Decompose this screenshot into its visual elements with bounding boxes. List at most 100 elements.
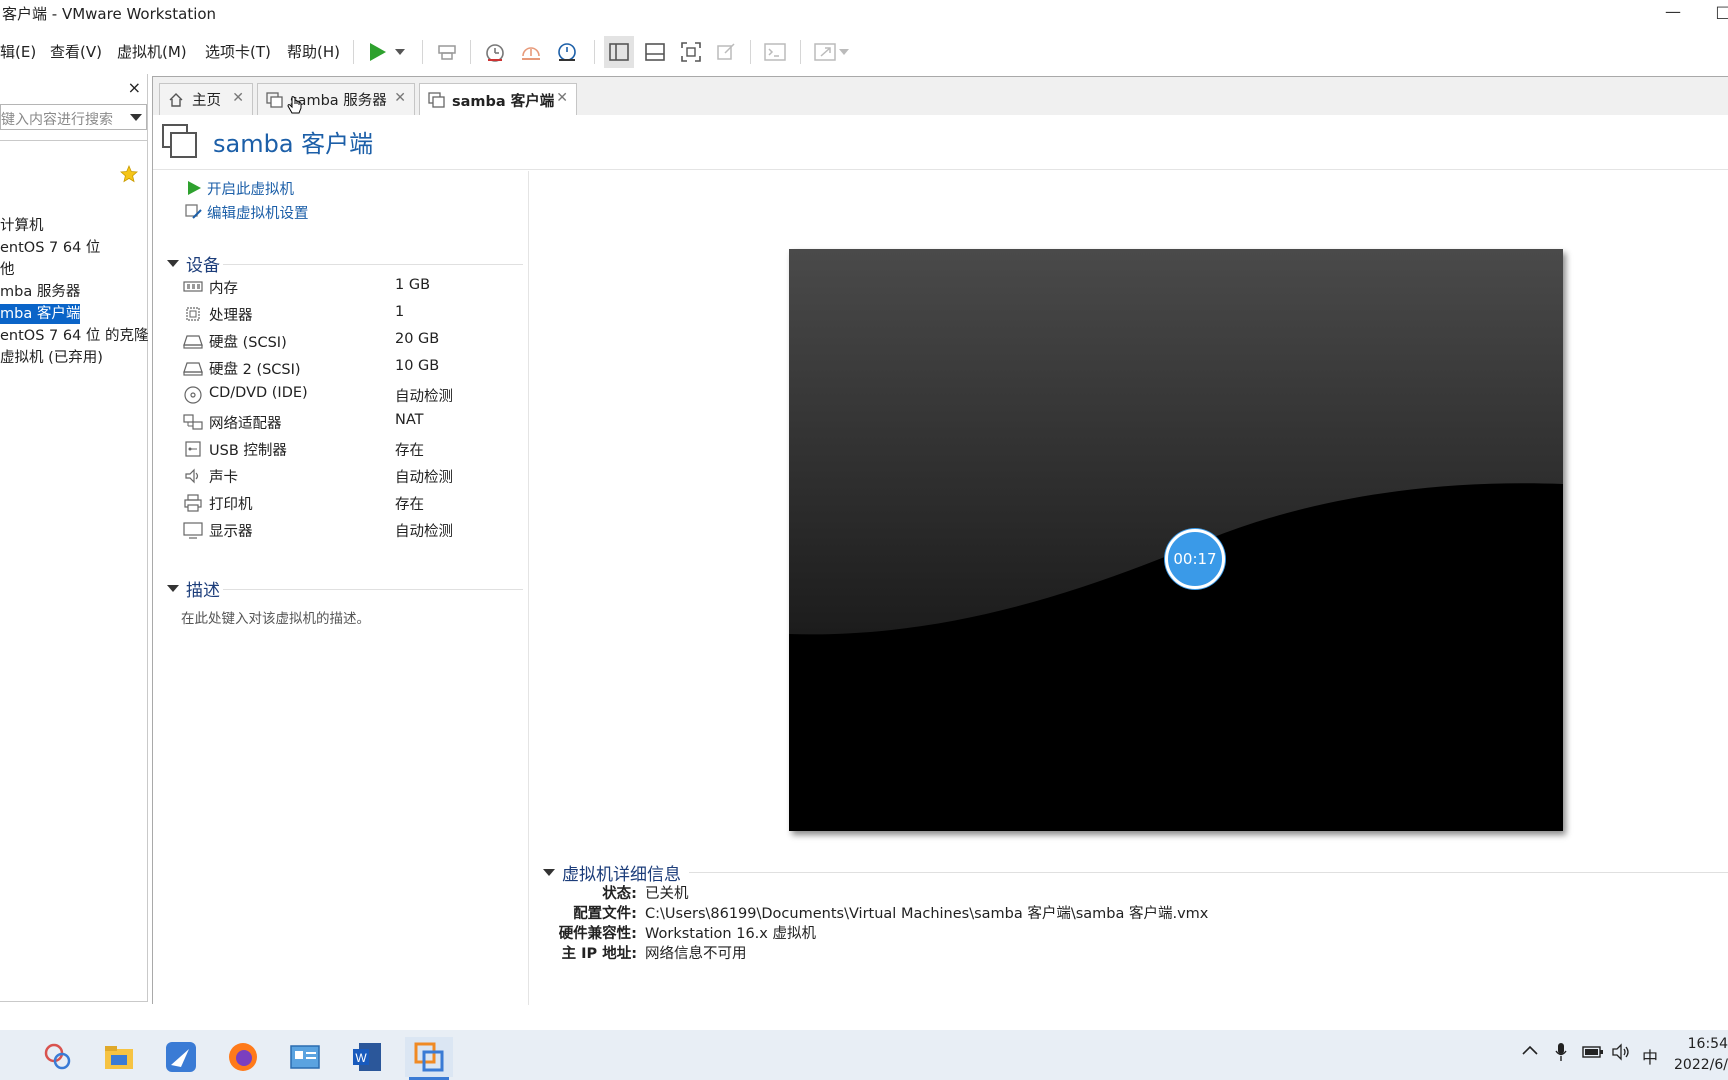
- send-ctrl-alt-del-button[interactable]: [432, 36, 462, 68]
- device-row-cpu[interactable]: 处理器 1: [183, 302, 523, 326]
- network-icon: [183, 414, 203, 430]
- maximize-button[interactable]: □: [1700, 0, 1728, 28]
- menu-tabs[interactable]: 选项卡(T): [205, 41, 271, 62]
- toolbar-separator: [594, 40, 595, 64]
- description-heading: 描述: [186, 581, 220, 601]
- tab-label: 主页: [192, 93, 221, 109]
- feishu-icon[interactable]: [157, 1037, 205, 1077]
- device-row-printer[interactable]: 打印机 存在: [183, 491, 523, 515]
- device-row-hard-disk[interactable]: 硬盘 (SCSI) 20 GB: [183, 329, 523, 353]
- detail-value[interactable]: C:\Users\86199\Documents\Virtual Machine…: [645, 902, 1208, 923]
- tab-home[interactable]: 主页 ✕: [159, 83, 253, 115]
- home-icon: [168, 92, 186, 108]
- disk-icon: [183, 362, 203, 376]
- tree-item-other[interactable]: 他: [0, 260, 15, 280]
- collapse-arrow-icon: [543, 869, 555, 876]
- minimize-button[interactable]: —: [1650, 0, 1696, 28]
- edit-settings-label: 编辑虚拟机设置: [207, 205, 309, 222]
- firefox-icon[interactable]: [219, 1037, 267, 1077]
- toolbar-separator: [353, 40, 354, 64]
- device-row-sound[interactable]: 声卡 自动检测: [183, 464, 523, 488]
- close-icon[interactable]: ✕: [394, 90, 406, 106]
- device-row-memory[interactable]: 内存 1 GB: [183, 275, 523, 299]
- microphone-icon[interactable]: [1554, 1042, 1568, 1066]
- snipping-app-icon[interactable]: [34, 1037, 82, 1077]
- control-panel-icon[interactable]: [281, 1037, 329, 1077]
- detail-label: 配置文件:: [573, 906, 637, 922]
- device-name: 显示器: [209, 524, 253, 540]
- power-on-toolbar-button[interactable]: [362, 36, 392, 68]
- tree-item-samba-client[interactable]: mba 客户端: [0, 304, 81, 324]
- vm-screen-preview[interactable]: 00:17: [789, 249, 1563, 831]
- device-row-usb[interactable]: USB 控制器 存在: [183, 437, 523, 461]
- menu-help[interactable]: 帮助(H): [287, 41, 340, 62]
- close-icon[interactable]: ✕: [232, 90, 244, 106]
- snapshot-manager-icon: [558, 43, 576, 61]
- detail-value: 网络信息不可用: [645, 946, 747, 962]
- search-placeholder: 键入内容进行搜索: [1, 112, 113, 128]
- menu-view[interactable]: 查看(V): [50, 41, 102, 62]
- vm-title: samba 客户端: [213, 130, 374, 158]
- description-section-toggle[interactable]: 描述: [167, 576, 220, 601]
- taskbar-clock[interactable]: 16:54 2022/6/: [1674, 1034, 1728, 1076]
- device-name: 硬盘 2 (SCSI): [209, 362, 301, 378]
- menu-vm[interactable]: 虚拟机(M): [117, 41, 187, 62]
- menu-edit[interactable]: 辑(E): [0, 41, 36, 62]
- close-library-button[interactable]: ×: [128, 78, 141, 97]
- unity-button[interactable]: [711, 36, 741, 68]
- section-divider: [689, 872, 1728, 873]
- revert-snapshot-button[interactable]: [516, 36, 546, 68]
- menu-toolbar: 辑(E) 查看(V) 虚拟机(M) 选项卡(T) 帮助(H): [0, 32, 1728, 72]
- volume-icon[interactable]: [1611, 1043, 1631, 1065]
- tree-item-centos-clone[interactable]: entOS 7 64 位 的克隆: [0, 326, 149, 346]
- device-row-cd-dvd[interactable]: CD/DVD (IDE) 自动检测: [183, 383, 523, 407]
- vm-info-column: 开启此虚拟机 编辑虚拟机设置 设备 内存 1 GB 处理器 1 硬盘 (SCSI…: [153, 171, 529, 1005]
- library-search-input[interactable]: 键入内容进行搜索: [0, 104, 147, 130]
- tab-samba-server[interactable]: samba 服务器 ✕: [257, 83, 415, 115]
- close-icon[interactable]: ✕: [556, 90, 568, 106]
- thumbnail-bar-button[interactable]: [640, 36, 670, 68]
- snapshot-manager-button[interactable]: [552, 36, 582, 68]
- device-row-network[interactable]: 网络适配器 NAT: [183, 410, 523, 434]
- detail-label: 主 IP 地址:: [561, 946, 637, 962]
- tray-overflow-chevron-icon[interactable]: [1521, 1042, 1539, 1061]
- tab-samba-client[interactable]: samba 客户端 ✕: [419, 83, 577, 116]
- device-row-hard-disk-2[interactable]: 硬盘 2 (SCSI) 10 GB: [183, 356, 523, 380]
- power-dropdown-button[interactable]: [390, 36, 410, 68]
- full-screen-button[interactable]: [676, 36, 706, 68]
- vmware-icon[interactable]: [405, 1037, 453, 1080]
- device-row-display[interactable]: 显示器 自动检测: [183, 518, 523, 542]
- snapshot-button[interactable]: [480, 36, 510, 68]
- edit-vm-settings-link[interactable]: 编辑虚拟机设置: [185, 201, 309, 223]
- device-name: 打印机: [209, 497, 253, 513]
- file-explorer-icon[interactable]: [95, 1037, 143, 1077]
- revert-snapshot-icon: [522, 47, 540, 60]
- chevron-down-icon[interactable]: [130, 114, 142, 121]
- tree-item-centos[interactable]: entOS 7 64 位: [0, 238, 100, 258]
- section-divider: [223, 589, 523, 590]
- device-value: NAT: [395, 412, 424, 428]
- disk-icon: [183, 335, 203, 349]
- battery-icon[interactable]: [1582, 1044, 1604, 1063]
- vm-boot-timer: 00:17: [1165, 529, 1225, 589]
- tree-item-computer[interactable]: 计算机: [0, 216, 44, 236]
- devices-section-toggle[interactable]: 设备: [167, 251, 220, 276]
- console-view-button[interactable]: [760, 36, 790, 68]
- tree-item-deprecated-vm[interactable]: 虚拟机 (已弃用): [0, 348, 103, 368]
- device-value: 1: [395, 304, 405, 320]
- word-icon[interactable]: W: [343, 1037, 391, 1077]
- tree-item-samba-server[interactable]: mba 服务器: [0, 282, 80, 302]
- toolbar-separator: [800, 40, 801, 64]
- power-on-vm-link[interactable]: 开启此虚拟机: [185, 177, 294, 199]
- clock-time: 16:54: [1687, 1036, 1728, 1052]
- device-name: 内存: [209, 281, 238, 297]
- toolbar-separator: [470, 40, 471, 64]
- snapshot-clock-icon: [486, 44, 504, 62]
- stretch-dropdown-button[interactable]: [836, 36, 852, 68]
- detail-value: Workstation 16.x 虚拟机: [645, 926, 816, 942]
- input-method-indicator[interactable]: 中: [1642, 1044, 1658, 1068]
- show-library-button[interactable]: [604, 36, 634, 68]
- device-name: 网络适配器: [209, 416, 282, 432]
- description-input[interactable]: 在此处键入对该虚拟机的描述。: [181, 607, 370, 627]
- play-icon: [370, 43, 386, 61]
